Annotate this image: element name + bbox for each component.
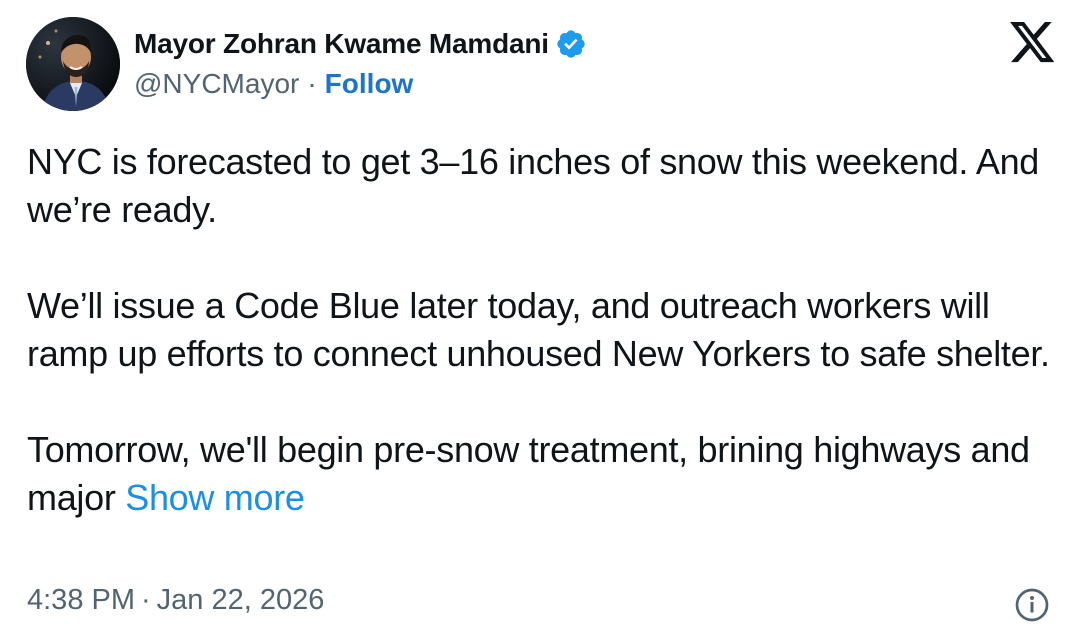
show-more-link[interactable]: Show more <box>125 477 305 518</box>
post-date: Jan 22, 2026 <box>156 584 325 616</box>
x-logo-icon[interactable] <box>1010 22 1056 64</box>
tweet-paragraph-truncated: Tomorrow, we'll begin pre-snow treatment… <box>27 426 1067 522</box>
timestamp[interactable]: 4:38 PM · Jan 22, 2026 <box>27 584 324 617</box>
follow-button[interactable]: Follow <box>325 68 414 100</box>
tweet-text: NYC is forecasted to get 3–16 inches of … <box>27 138 1067 522</box>
display-name[interactable]: Mayor Zohran Kwame Mamdani <box>134 28 549 60</box>
separator-dot: · <box>141 584 151 616</box>
verified-badge-icon <box>555 28 587 60</box>
handle[interactable]: @NYCMayor <box>134 68 299 100</box>
post-time: 4:38 PM <box>27 584 135 616</box>
author-block: Mayor Zohran Kwame Mamdani @NYCMayor · F… <box>134 24 587 104</box>
separator-dot: · <box>307 68 317 99</box>
avatar-image <box>26 17 120 111</box>
info-icon[interactable] <box>1014 587 1050 623</box>
avatar[interactable] <box>26 17 120 111</box>
handle-row: @NYCMayor · Follow <box>134 64 587 104</box>
tweet-paragraph: NYC is forecasted to get 3–16 inches of … <box>27 141 1040 230</box>
name-row: Mayor Zohran Kwame Mamdani <box>134 24 587 64</box>
tweet-card: Mayor Zohran Kwame Mamdani @NYCMayor · F… <box>0 0 1090 638</box>
tweet-paragraph: We’ll issue a Code Blue later today, and… <box>27 285 1050 374</box>
